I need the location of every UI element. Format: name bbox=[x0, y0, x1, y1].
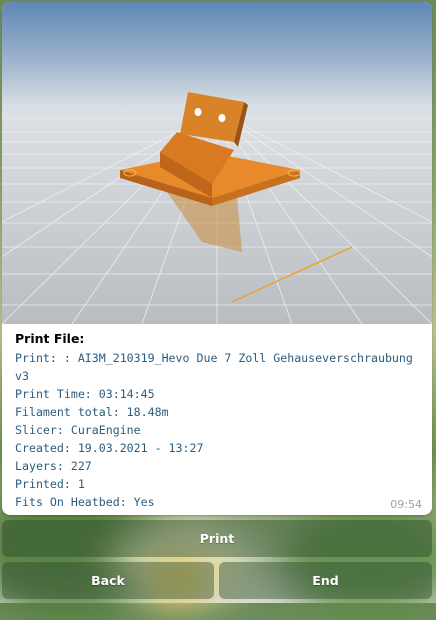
detail-layers: Layers: 227 bbox=[15, 459, 92, 473]
message-timestamp: 09:54 bbox=[390, 498, 422, 511]
print-button[interactable]: Print bbox=[2, 520, 432, 557]
detail-printed: Printed: 1 bbox=[15, 477, 85, 491]
end-button[interactable]: End bbox=[219, 562, 432, 599]
detail-slicer: Slicer: CuraEngine bbox=[15, 423, 141, 437]
message-title: Print File: bbox=[15, 331, 85, 346]
print-file-message: Print File: Print: : AI3M_210319_Hevo Du… bbox=[2, 2, 432, 515]
back-button[interactable]: Back bbox=[2, 562, 214, 599]
print-preview-render bbox=[2, 92, 432, 324]
model-preview-image bbox=[2, 2, 432, 324]
detail-fits-on-heatbed: Fits On Heatbed: Yes bbox=[15, 495, 155, 509]
detail-print-time: Print Time: 03:14:45 bbox=[15, 387, 155, 401]
print-file-details: Print File: Print: : AI3M_210319_Hevo Du… bbox=[15, 330, 425, 511]
detail-filament-total: Filament total: 18.48m bbox=[15, 405, 169, 419]
detail-created: Created: 19.03.2021 - 13:27 bbox=[15, 441, 204, 455]
detail-print-name: Print: : AI3M_210319_Hevo Due 7 Zoll Geh… bbox=[15, 351, 420, 383]
